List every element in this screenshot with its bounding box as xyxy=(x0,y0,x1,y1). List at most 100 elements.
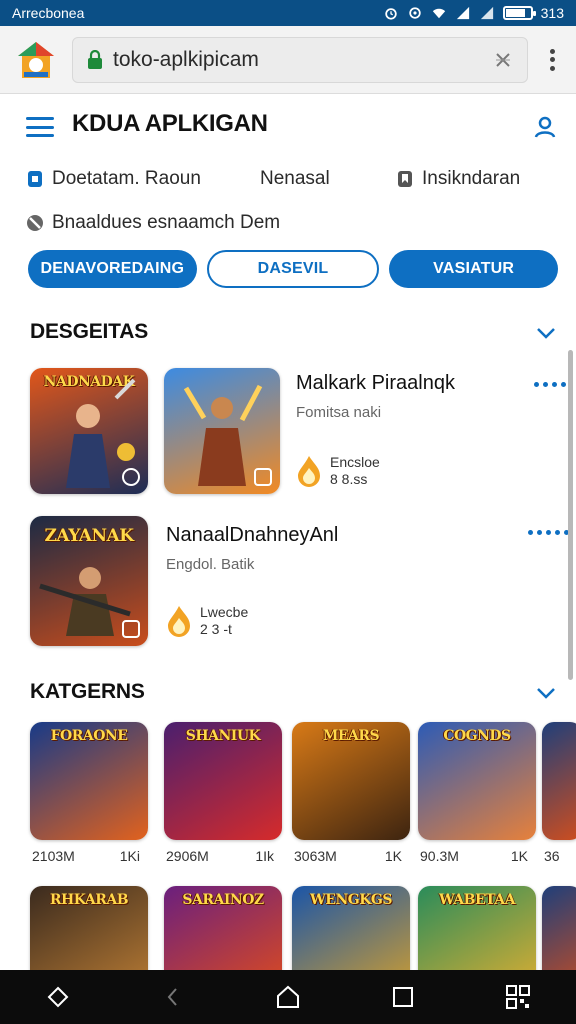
bookmark-icon xyxy=(398,171,412,187)
category-thumbnail[interactable]: MEARS xyxy=(292,722,410,840)
category-label: 2906M 1Ik xyxy=(166,848,274,864)
featured-section-title: DESGEITAS xyxy=(30,320,148,343)
category-thumbnail[interactable] xyxy=(542,886,576,970)
clear-url-icon[interactable] xyxy=(493,50,513,70)
recents-nav-button[interactable] xyxy=(385,979,421,1015)
featured-thumbnail-2[interactable] xyxy=(164,368,280,494)
app-title: KDUA APLKIGAN xyxy=(72,110,268,137)
meta-label-1: Encsloe xyxy=(330,454,380,470)
meta-value-2: 2 3 -t xyxy=(200,621,232,637)
signal2-icon xyxy=(480,6,493,20)
filter-buttons: DENAVOREDAING DASEVIL VASIATUR xyxy=(28,250,559,288)
document-icon xyxy=(28,171,42,187)
browser-menu-button[interactable] xyxy=(542,45,562,75)
featured-thumbnail-1[interactable]: NADNADAK xyxy=(30,368,148,494)
meta-label-2: Lwecbe xyxy=(200,604,249,620)
meta-value-1: 8 8.ss xyxy=(330,471,368,487)
filter-button-3[interactable]: VASIATUR xyxy=(389,250,559,288)
thumbnail-caption: SARAINOZ xyxy=(182,892,264,908)
thumbnail-caption: SHANIUK xyxy=(185,728,261,744)
app-size: 90.3M xyxy=(420,848,459,864)
category-thumbnail[interactable]: FORAONE xyxy=(30,722,148,840)
system-nav-bar xyxy=(0,970,576,1024)
more-options-icon[interactable] xyxy=(528,530,569,535)
chevron-down-icon[interactable] xyxy=(536,326,556,340)
status-bar: Arrecbonea 313 xyxy=(0,0,576,26)
chevron-down-icon[interactable] xyxy=(536,686,556,700)
badge-icon xyxy=(122,468,140,486)
signal-icon xyxy=(456,6,469,20)
sync-icon xyxy=(408,7,421,19)
block-icon xyxy=(27,215,43,231)
scrollbar[interactable] xyxy=(568,350,573,680)
featured-thumbnail-3[interactable]: ZAYANAK xyxy=(30,516,148,646)
info-row-1: Doetatam. Raoun xyxy=(26,168,201,190)
home-icon xyxy=(276,985,299,1008)
featured-title-2[interactable]: NanaalDnahneyAnl xyxy=(166,524,338,547)
info-line-2[interactable]: Bnaaldues esnaamch Dem xyxy=(52,212,280,234)
thumbnail-caption: MEARS xyxy=(322,728,380,744)
thumbnail-caption: FORAONE xyxy=(50,728,128,744)
featured-subtitle-1: Fomitsa naki xyxy=(296,404,382,421)
category-label: 90.3M 1K xyxy=(420,848,528,864)
url-text: toko-aplkipicam xyxy=(113,47,259,71)
app-size: 2906M xyxy=(166,848,209,864)
carrier-text: Arrecbonea xyxy=(12,5,85,21)
featured-meta-1: Encsloe 8 8.ss xyxy=(296,454,380,488)
category-label: 2103M 1Ki xyxy=(32,848,140,864)
thumbnail-caption: COGNDS xyxy=(443,728,511,744)
download-count: 1Ki xyxy=(119,848,140,864)
featured-title-1[interactable]: Malkark Piraalnqk xyxy=(296,372,455,395)
info-item-2[interactable]: Nenasal xyxy=(260,168,330,190)
square-icon xyxy=(393,987,414,1007)
thumbnail-caption: WABETAA xyxy=(438,892,516,908)
category-label: 3063M 1K xyxy=(294,848,402,864)
app-size: 36 xyxy=(544,848,560,864)
qr-code-icon xyxy=(506,985,531,1009)
info-row-1b: Nenasal xyxy=(260,168,330,190)
download-count: 1K xyxy=(510,848,528,864)
page-content: KDUA APLKIGAN Doetatam. Raoun Nenasal In… xyxy=(0,94,576,970)
back-icon xyxy=(167,988,177,1006)
user-icon[interactable] xyxy=(534,116,556,138)
category-thumbnail[interactable] xyxy=(542,722,576,840)
info-item-1[interactable]: Doetatam. Raoun xyxy=(52,168,201,190)
menu-icon[interactable] xyxy=(26,117,54,137)
info-row-1c: Insikndaran xyxy=(396,168,520,190)
thumbnail-caption: RHKARAB xyxy=(49,892,129,908)
thumbnail-caption: WENGKGS xyxy=(310,892,392,908)
qr-nav-button[interactable] xyxy=(500,979,536,1015)
info-item-3[interactable]: Insikndaran xyxy=(422,168,520,190)
app-size: 3063M xyxy=(294,848,337,864)
badge-icon xyxy=(254,468,272,486)
back-nav-button[interactable] xyxy=(155,979,191,1015)
diamond-nav-button[interactable] xyxy=(40,979,76,1015)
wifi-icon xyxy=(432,8,445,19)
app-header: KDUA APLKIGAN xyxy=(26,110,556,144)
filter-button-1[interactable]: DENAVOREDAING xyxy=(28,250,197,288)
category-thumbnail[interactable]: SHANIUK xyxy=(164,722,282,840)
address-bar[interactable]: toko-aplkipicam xyxy=(72,36,528,83)
status-icons: 313 xyxy=(383,5,564,21)
download-count: 1K xyxy=(384,848,402,864)
lock-icon xyxy=(88,49,102,69)
download-count: 1Ik xyxy=(255,848,274,864)
site-logo-icon[interactable] xyxy=(14,38,58,82)
battery-icon xyxy=(502,6,536,20)
featured-meta-2: Lwecbe 2 3 -t xyxy=(166,604,248,638)
category-thumbnail[interactable]: WENGKGS xyxy=(292,886,410,970)
category-thumbnail[interactable]: WABETAA xyxy=(418,886,536,970)
home-nav-button[interactable] xyxy=(270,979,306,1015)
browser-toolbar: toko-aplkipicam xyxy=(0,26,576,94)
category-thumbnail[interactable]: RHKARAB xyxy=(30,886,148,970)
clock-text: 313 xyxy=(540,5,564,21)
more-options-icon[interactable] xyxy=(534,382,566,387)
app-size: 2103M xyxy=(32,848,75,864)
diamond-icon xyxy=(47,986,69,1008)
filter-button-2[interactable]: DASEVIL xyxy=(206,250,380,288)
info-row-2: Bnaaldues esnaamch Dem xyxy=(26,212,280,234)
category-thumbnail[interactable]: SARAINOZ xyxy=(164,886,282,970)
category-thumbnail[interactable]: COGNDS xyxy=(418,722,536,840)
featured-subtitle-2: Engdol. Batik xyxy=(166,556,255,573)
flame-icon xyxy=(298,456,320,487)
